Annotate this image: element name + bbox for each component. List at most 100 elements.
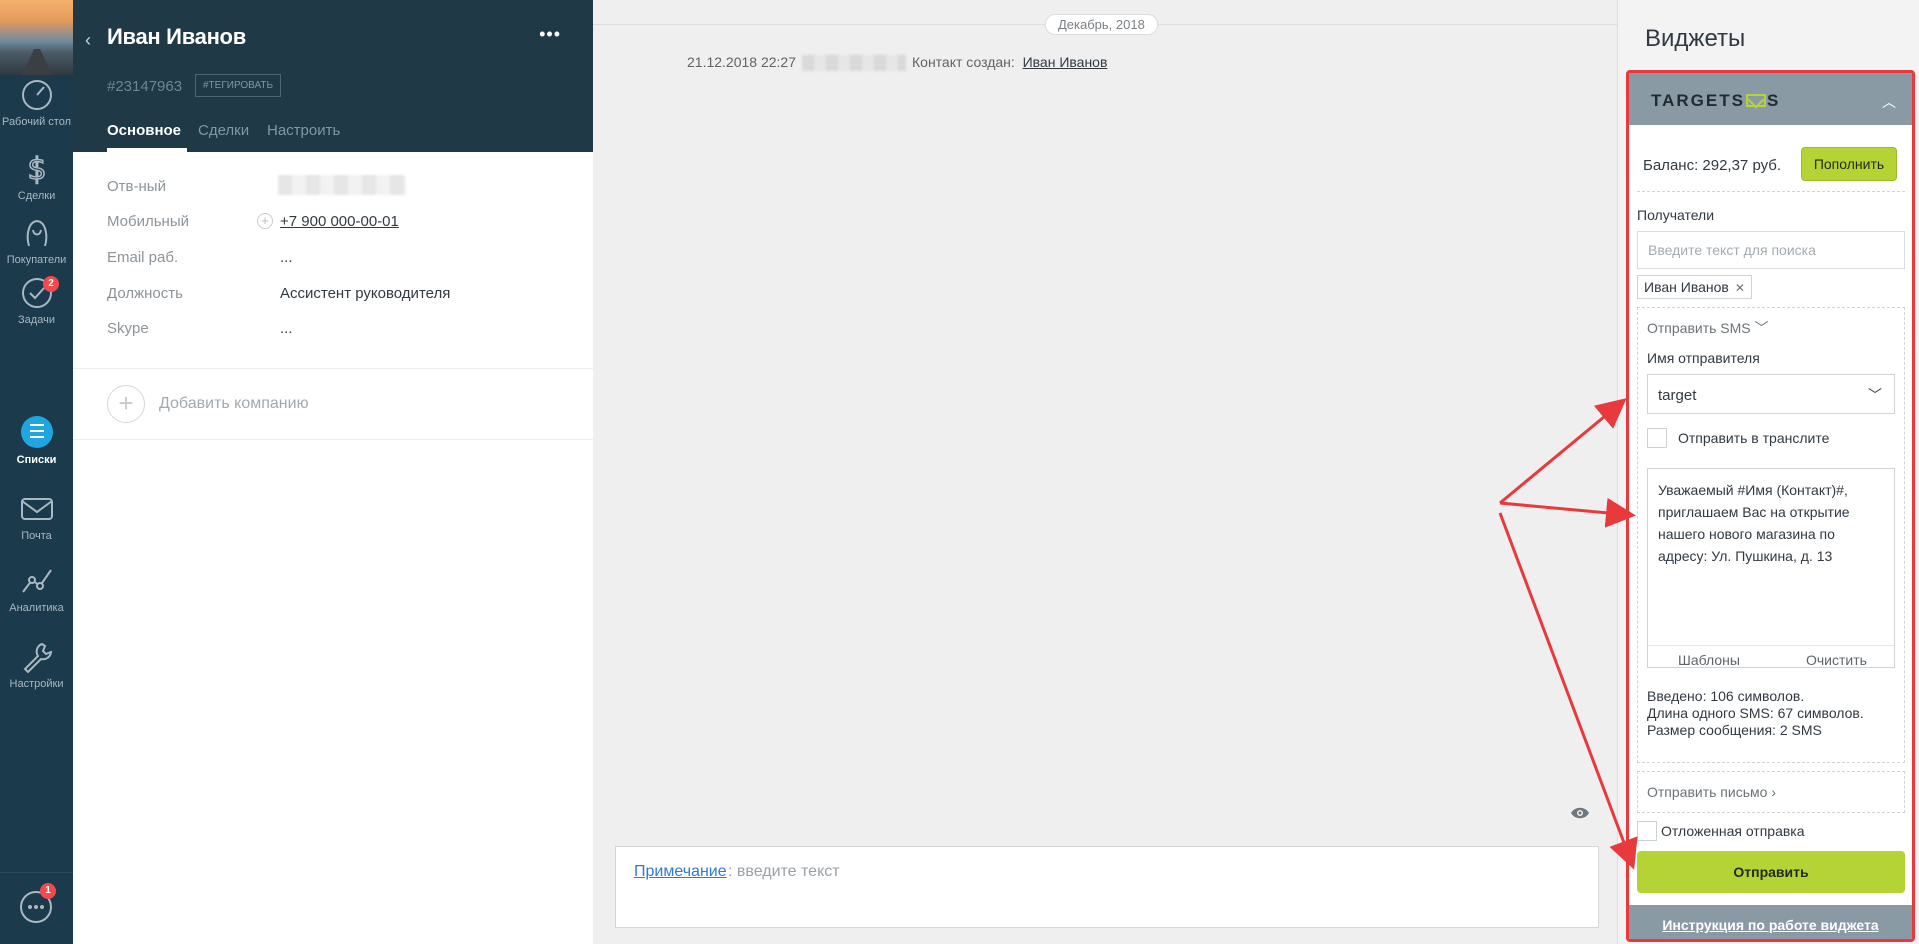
widget-header[interactable]: TARGETS S ︿ [1629, 73, 1912, 125]
event-contact-link[interactable]: Иван Иванов [1023, 54, 1108, 70]
event-text: Контакт создан: [912, 54, 1015, 70]
sms-section: Отправить SMS ﹀ Имя отправителя target ﹀ … [1637, 307, 1905, 763]
delayed-send-checkbox[interactable] [1637, 821, 1657, 841]
active-tab-indicator [107, 148, 187, 152]
field-value-skype[interactable]: ... [280, 320, 293, 337]
feed-event: 21.12.2018 22:27 Контакт создан: Иван Ива… [687, 54, 1108, 72]
add-company-label: Добавить компанию [159, 395, 309, 412]
nav-label: Аналитика [9, 602, 64, 614]
recipient-name: Иван Иванов [1644, 279, 1729, 295]
stat-size: Размер сообщения: 2 SMS [1647, 722, 1822, 738]
nav-item-lists[interactable]: Списки [0, 414, 73, 466]
send-sms-toggle[interactable]: Отправить SMS ﹀ [1647, 318, 1769, 338]
recipients-search-input[interactable]: Введите текст для поиска [1637, 231, 1905, 269]
nav-item-settings[interactable]: Настройки [0, 640, 73, 690]
field-value-mobile[interactable]: +7 900 000-00-01 [280, 213, 399, 230]
svg-text:$: $ [27, 152, 46, 186]
event-author-blurred [802, 55, 906, 72]
event-time: 21.12.2018 22:27 [687, 54, 796, 70]
tab-setup[interactable]: Настроить [267, 122, 340, 139]
sms-message-textarea[interactable]: Уважаемый #Имя (Контакт)#, приглашаем Ва… [1647, 468, 1895, 668]
date-label: Декабрь, 2018 [1045, 14, 1158, 35]
nav-item-deals[interactable]: $ Сделки [0, 152, 73, 202]
stat-length: Длина одного SMS: 67 символов. [1647, 705, 1864, 721]
mail-icon [20, 498, 53, 520]
account-avatar[interactable] [0, 0, 73, 75]
sender-name-select[interactable]: target ﹀ [1647, 374, 1895, 414]
widgets-title: Виджеты [1645, 25, 1746, 52]
targetsms-widget: TARGETS S ︿ Баланс: 292,37 руб. Пополнить… [1626, 70, 1915, 942]
field-label-responsible: Отв-ный [107, 178, 166, 195]
nav-label: Рабочий стол [1, 116, 72, 128]
chevron-up-icon[interactable]: ︿ [1882, 92, 1896, 112]
nav-label: Почта [21, 530, 52, 542]
back-arrow-icon[interactable]: ‹ [85, 30, 91, 51]
chevron-down-icon: ﹀ [1868, 387, 1882, 403]
textarea-toolbar: Шаблоны Очистить [1648, 645, 1894, 668]
note-input[interactable]: Примечание : введите текст [615, 846, 1599, 928]
divider [1637, 191, 1905, 192]
field-value-email[interactable]: ... [280, 249, 293, 266]
field-label-email: Email раб. [107, 249, 179, 266]
recipient-chip[interactable]: Иван Иванов ✕ [1637, 275, 1752, 299]
note-type-link[interactable]: Примечание [634, 863, 727, 881]
responsible-user-blurred[interactable] [278, 175, 406, 195]
add-company-button[interactable]: + Добавить компанию [73, 368, 593, 440]
field-value-position[interactable]: Ассистент руководителя [280, 285, 450, 302]
topup-button[interactable]: Пополнить [1801, 147, 1897, 181]
widgets-sidebar: Виджеты TARGETS S ︿ Баланс: 292,37 руб. П… [1617, 0, 1919, 944]
tab-main[interactable]: Основное [107, 122, 181, 139]
note-placeholder: : введите текст [728, 863, 840, 880]
translit-label: Отправить в транслите [1678, 430, 1830, 446]
wrench-icon [23, 642, 52, 674]
sender-name-label: Имя отправителя [1647, 350, 1760, 366]
envelope-icon [1745, 94, 1766, 107]
contact-id: #23147963 [107, 78, 183, 95]
card-header: ‹ Иван Иванов ••• #23147963 #ТЕГИРОВАТЬ … [73, 0, 593, 152]
eye-icon[interactable] [1570, 806, 1590, 820]
main-navigation: Рабочий стол $ Сделки Покупатели Задачи … [0, 0, 73, 944]
more-options-icon[interactable]: ••• [539, 24, 561, 45]
activity-feed: Декабрь, 2018 21.12.2018 22:27 Контакт со… [593, 0, 1617, 944]
send-email-section[interactable]: Отправить письмо › [1637, 771, 1905, 813]
remove-icon[interactable]: ✕ [1735, 281, 1745, 295]
customers-icon [26, 219, 47, 247]
clear-button[interactable]: Очистить [1806, 649, 1867, 671]
nav-item-analytics[interactable]: Аналитика [0, 564, 73, 614]
translit-checkbox[interactable] [1647, 428, 1667, 448]
send-button[interactable]: Отправить [1637, 851, 1905, 893]
stat-entered: Введено: 106 символов. [1647, 688, 1805, 704]
tasks-badge: 2 [43, 276, 59, 292]
nav-label: Сделки [17, 190, 56, 202]
delayed-send-label: Отложенная отправка [1661, 823, 1805, 839]
sms-message-text: Уважаемый #Имя (Контакт)#, приглашаем Ва… [1658, 482, 1850, 564]
contact-card: ‹ Иван Иванов ••• #23147963 #ТЕГИРОВАТЬ … [73, 0, 593, 944]
dollar-icon: $ [26, 152, 47, 186]
plus-icon: + [107, 385, 145, 423]
field-label-mobile: Мобильный [107, 213, 189, 230]
field-label-position: Должность [107, 285, 183, 302]
nav-label: Задачи [18, 314, 55, 326]
chevron-down-icon: ﹀ [1754, 320, 1769, 336]
balance-text: Баланс: 292,37 руб. [1643, 157, 1782, 174]
targetsms-logo: TARGETS S [1651, 91, 1781, 110]
phone-link[interactable]: +7 900 000-00-01 [280, 213, 399, 230]
tab-deals[interactable]: Сделки [198, 122, 249, 139]
nav-item-customers[interactable]: Покупатели [0, 216, 73, 266]
contact-name[interactable]: Иван Иванов [107, 24, 246, 50]
nav-label: Списки [16, 454, 57, 466]
nav-item-mail[interactable]: Почта [0, 492, 73, 542]
dashboard-icon [21, 80, 52, 110]
widget-footer: Инструкция по работе виджета [1629, 905, 1912, 939]
tag-button[interactable]: #ТЕГИРОВАТЬ [195, 74, 282, 97]
recipients-label: Получатели [1637, 207, 1715, 223]
nav-item-tasks[interactable]: Задачи 2 [0, 276, 73, 326]
field-label-skype: Skype [107, 320, 149, 337]
templates-button[interactable]: Шаблоны [1678, 649, 1740, 671]
add-phone-icon[interactable]: + [257, 213, 273, 229]
lists-icon [20, 416, 53, 448]
instruction-link[interactable]: Инструкция по работе виджета [1662, 917, 1878, 933]
send-email-toggle[interactable]: Отправить письмо › [1647, 784, 1776, 800]
chat-button[interactable]: 1 [0, 872, 73, 944]
nav-item-dashboard[interactable]: Рабочий стол [0, 78, 73, 128]
